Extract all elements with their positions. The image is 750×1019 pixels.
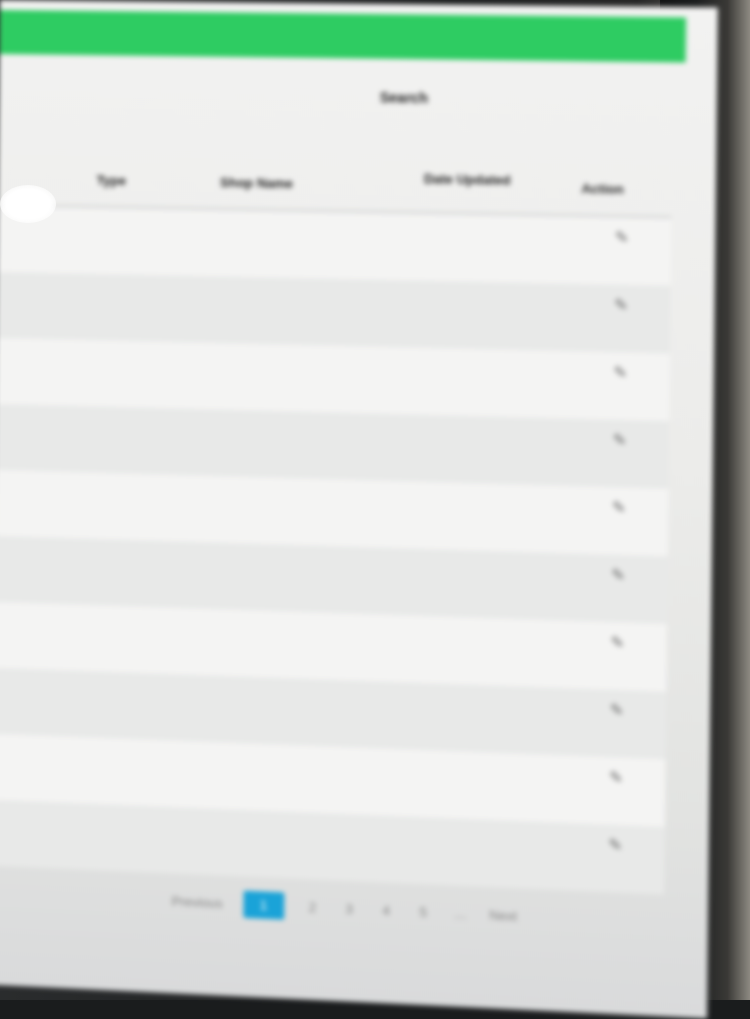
cell-id [0, 601, 84, 671]
cell-shop-name [205, 742, 409, 817]
cell-date-updated [411, 549, 569, 621]
edit-icon[interactable]: ✎ [608, 835, 622, 856]
cell-action: ✎ [567, 688, 666, 759]
cell-shop-name [205, 808, 409, 883]
next-page-button[interactable]: Next [489, 907, 517, 923]
cell-id [0, 337, 87, 406]
pagination-ellipsis: … [452, 906, 469, 922]
cell-date-updated [414, 281, 572, 352]
cell-action: ✎ [566, 756, 665, 827]
cell-action: ✎ [571, 351, 670, 421]
cell-type [83, 605, 207, 676]
edit-icon[interactable]: ✎ [612, 497, 626, 518]
cell-action: ✎ [566, 823, 665, 895]
cell-id [0, 667, 83, 737]
previous-page-button[interactable]: Previous [171, 894, 222, 911]
header-bar [0, 10, 686, 63]
data-table: ID Type Shop Name Date Updated Action ✎ … [0, 150, 672, 895]
cell-id [0, 272, 87, 341]
cell-action: ✎ [568, 621, 667, 692]
page-button-1[interactable]: 1 [243, 891, 284, 920]
cell-date-updated [410, 616, 568, 689]
cell-id [0, 799, 82, 870]
cell-type [86, 340, 210, 409]
cell-shop-name [207, 609, 411, 683]
cell-type [81, 803, 205, 874]
edit-icon[interactable]: ✎ [610, 700, 624, 721]
cell-type [83, 671, 207, 742]
edit-icon[interactable]: ✎ [612, 430, 626, 451]
page-button-2[interactable]: 2 [304, 899, 321, 915]
edit-icon[interactable]: ✎ [614, 295, 628, 316]
cell-shop-name [211, 209, 415, 281]
page-button-4[interactable]: 4 [378, 903, 395, 919]
cell-type [85, 406, 209, 476]
page-button-5[interactable]: 5 [415, 904, 432, 920]
cell-shop-name [209, 409, 413, 481]
cell-id [0, 469, 85, 538]
edit-icon[interactable]: ✎ [609, 767, 623, 788]
cell-shop-name [210, 343, 414, 415]
cell-id [0, 535, 85, 605]
edit-icon[interactable]: ✎ [615, 227, 629, 248]
cell-shop-name [208, 542, 412, 615]
pagination: Previous 1 2 3 4 5 … Next [171, 888, 517, 931]
cell-id [0, 403, 86, 472]
cell-action: ✎ [568, 553, 667, 624]
cell-date-updated [412, 415, 570, 486]
cell-shop-name [210, 276, 414, 347]
cell-date-updated [408, 817, 566, 891]
column-header-shop-name[interactable]: Shop Name [212, 153, 416, 212]
cell-action: ✎ [570, 419, 669, 489]
cell-type [87, 274, 211, 343]
column-header-type[interactable]: Type [88, 151, 212, 208]
column-header-date-updated[interactable]: Date Updated [415, 157, 573, 216]
cell-type [84, 539, 208, 609]
edit-icon[interactable]: ✎ [611, 565, 625, 586]
cell-action: ✎ [571, 284, 670, 354]
cell-id [0, 733, 83, 803]
edit-icon[interactable]: ✎ [613, 362, 627, 383]
cell-date-updated [415, 213, 573, 284]
cell-date-updated [409, 750, 567, 823]
page-button-3[interactable]: 3 [341, 901, 358, 917]
cell-type [82, 737, 206, 808]
cell-date-updated [412, 482, 570, 554]
cell-type [87, 207, 211, 277]
edit-icon[interactable]: ✎ [610, 632, 624, 653]
search-label: Search [380, 89, 428, 106]
screen: Search ID Type Shop Name Date Updated Ac… [0, 0, 718, 1019]
cell-shop-name [206, 675, 410, 749]
cell-date-updated [413, 348, 571, 419]
screen-glare [0, 185, 56, 223]
cell-shop-name [208, 476, 412, 549]
cell-date-updated [410, 683, 568, 756]
column-header-action: Action [573, 159, 672, 217]
cell-type [85, 472, 209, 542]
cell-action: ✎ [572, 215, 671, 285]
cell-action: ✎ [569, 486, 668, 556]
